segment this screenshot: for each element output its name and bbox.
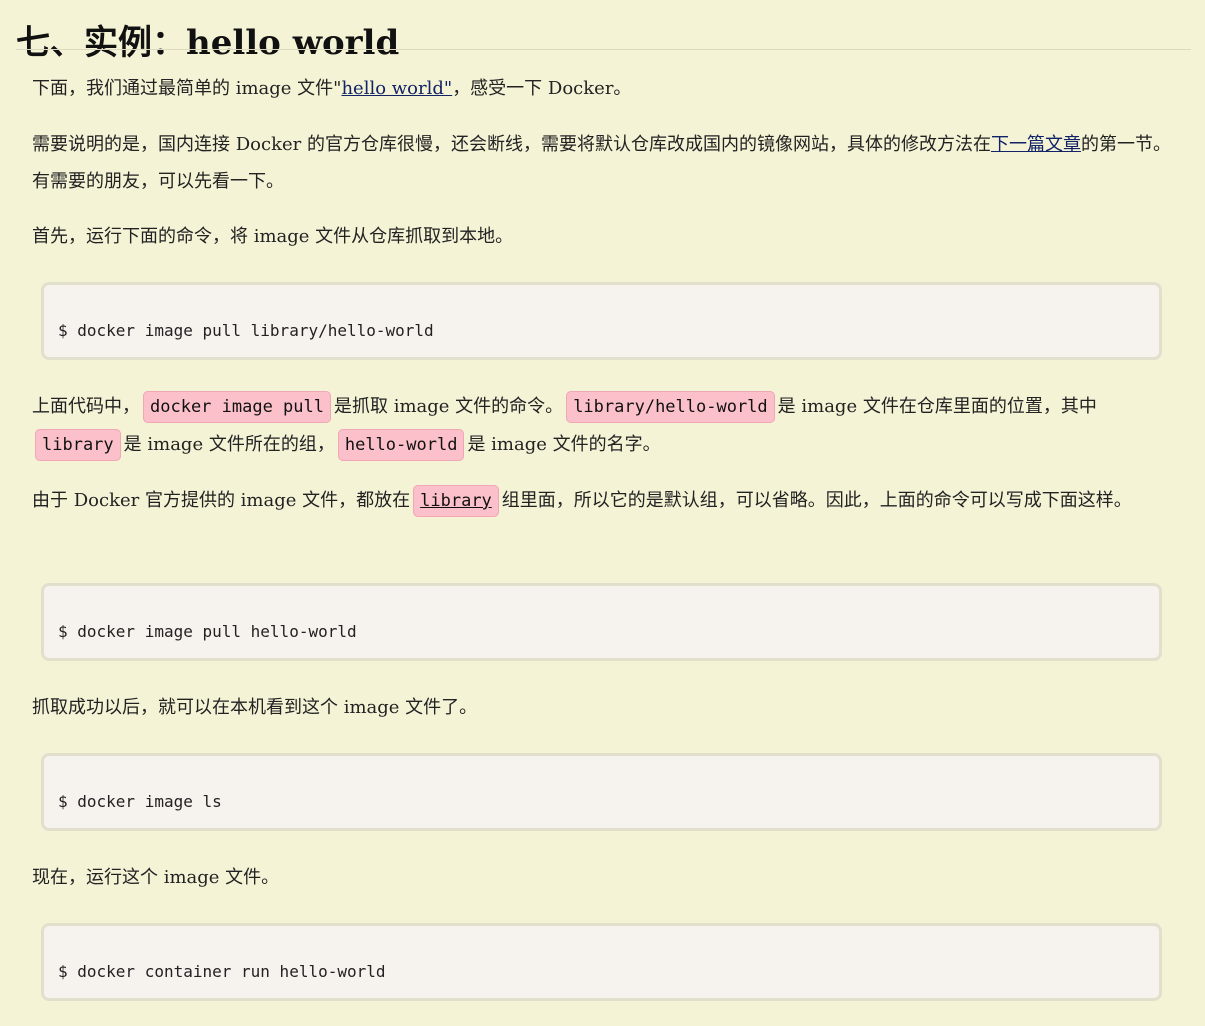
paragraph-intro: 下面，我们通过最简单的 image 文件"hello world"，感受一下 D…	[32, 70, 1188, 107]
code-line: $ docker container run hello-world	[58, 962, 386, 981]
code-line: $ docker image pull library/hello-world	[58, 321, 434, 340]
explain-text-c: 是 image 文件在仓库里面的位置，其中	[777, 396, 1097, 417]
inline-code-library-hello-world: library/hello-world	[566, 391, 775, 423]
inline-code-hello-world: hello-world	[337, 429, 465, 461]
code-line: $ docker image ls	[58, 792, 222, 811]
inline-code-library-link[interactable]: library	[413, 485, 499, 517]
paragraph-ls-intro: 抓取成功以后，就可以在本机看到这个 image 文件了。	[32, 697, 478, 718]
inline-code-library: library	[35, 429, 121, 461]
explain-text-b: 是抓取 image 文件的命令。	[334, 396, 564, 417]
code-block-pull-library[interactable]: $ docker image pull library/hello-world	[41, 282, 1162, 360]
inline-code-docker-image-pull: docker image pull	[143, 391, 331, 423]
mirror-text-a: 需要说明的是，国内连接 Docker 的官方仓库很慢，还会断线，需要将默认仓库改…	[32, 134, 991, 155]
title-divider	[16, 49, 1191, 50]
code-block-image-ls[interactable]: $ docker image ls	[41, 753, 1162, 831]
intro-text-a: 下面，我们通过最简单的 image 文件"	[32, 78, 342, 99]
code-block-container-run[interactable]: $ docker container run hello-world	[41, 923, 1162, 1001]
paragraph-run-intro: 现在，运行这个 image 文件。	[32, 867, 280, 888]
code-line: $ docker image pull hello-world	[58, 622, 357, 641]
code-block-pull-short[interactable]: $ docker image pull hello-world	[41, 583, 1162, 661]
paragraph-mirror-note: 需要说明的是，国内连接 Docker 的官方仓库很慢，还会断线，需要将默认仓库改…	[32, 126, 1188, 200]
section-title: 七、实例：hello world	[16, 22, 400, 63]
hello-world-link[interactable]: hello world"	[341, 78, 452, 99]
explain-text-a: 上面代码中，	[32, 396, 140, 417]
intro-text-b: ，感受一下 Docker。	[452, 78, 632, 99]
explain-text-e: 是 image 文件的名字。	[467, 434, 661, 455]
paragraph-pull-explain: 上面代码中， docker image pull 是抓取 image 文件的命令。 l…	[32, 388, 1188, 464]
explain-text-d: 是 image 文件所在的组，	[123, 434, 335, 455]
paragraph-pull-intro: 首先，运行下面的命令，将 image 文件从仓库抓取到本地。	[32, 226, 514, 247]
group-text-b: 组里面，所以它的是默认组，可以省略。因此，上面的命令可以写成下面这样。	[501, 490, 1132, 511]
group-text-a: 由于 Docker 官方提供的 image 文件，都放在	[32, 490, 411, 511]
next-article-link[interactable]: 下一篇文章	[991, 134, 1081, 155]
paragraph-default-group: 由于 Docker 官方提供的 image 文件，都放在 library 组里面，所…	[32, 482, 1188, 520]
